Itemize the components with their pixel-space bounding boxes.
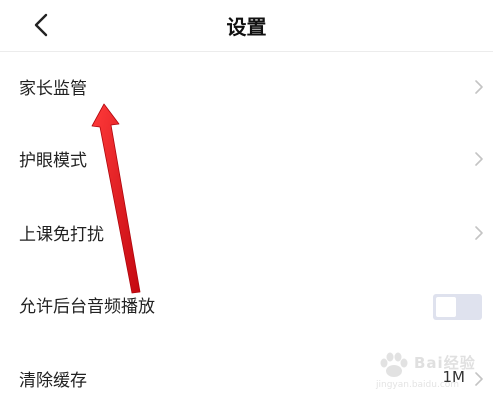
top-bar: 设置 — [0, 0, 493, 52]
settings-item-background-audio: 允许后台音频播放 — [0, 275, 493, 335]
chevron-right-icon — [475, 226, 483, 240]
settings-item-class-do-not-disturb[interactable]: 上课免打扰 — [0, 203, 493, 263]
settings-item-label: 护眼模式 — [19, 151, 87, 171]
settings-item-label: 家长监管 — [19, 79, 87, 99]
chevron-right-icon — [475, 152, 483, 166]
cache-size-value: 1M — [442, 368, 466, 386]
chevron-right-icon — [475, 80, 483, 94]
background-audio-toggle[interactable] — [433, 294, 482, 320]
toggle-knob — [436, 297, 456, 317]
page-title: 设置 — [226, 15, 267, 39]
settings-item-label: 清除缓存 — [19, 371, 87, 391]
settings-item-parental-control[interactable]: 家长监管 — [0, 57, 493, 117]
settings-item-clear-cache[interactable]: 清除缓存 1M — [0, 349, 493, 409]
chevron-right-icon — [475, 372, 483, 386]
settings-item-label: 上课免打扰 — [19, 225, 104, 245]
settings-item-label: 允许后台音频播放 — [19, 297, 155, 317]
settings-item-eye-care[interactable]: 护眼模式 — [0, 129, 493, 189]
